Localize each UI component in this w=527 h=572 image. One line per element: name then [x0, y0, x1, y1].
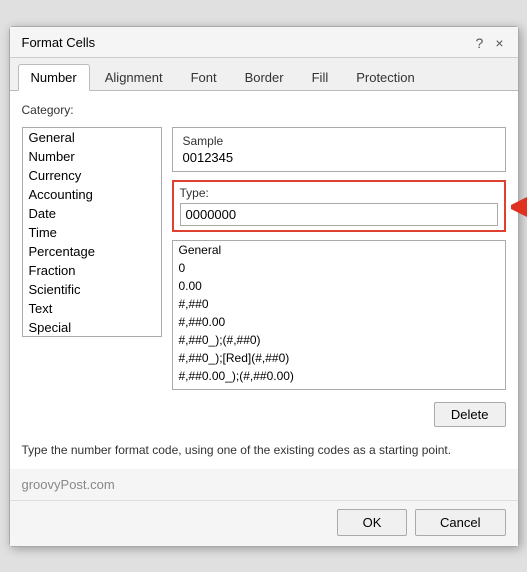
category-item-date[interactable]: Date [23, 204, 161, 223]
category-item-general[interactable]: General [23, 128, 161, 147]
type-box: Type: [172, 180, 506, 232]
title-bar: Format Cells ? × [10, 27, 518, 58]
category-item-currency[interactable]: Currency [23, 166, 161, 185]
main-content: Category: General Number Currency Accoun… [10, 91, 518, 439]
tab-font[interactable]: Font [178, 64, 230, 90]
format-item[interactable]: 0.00 [173, 277, 505, 295]
category-item-percentage[interactable]: Percentage [23, 242, 161, 261]
tab-alignment[interactable]: Alignment [92, 64, 176, 90]
delete-row: Delete [22, 398, 506, 427]
category-item-number[interactable]: Number [23, 147, 161, 166]
format-item[interactable]: 0 [173, 259, 505, 277]
category-list[interactable]: General Number Currency Accounting Date … [22, 127, 162, 337]
right-panel: Sample 0012345 Type: [172, 127, 506, 390]
delete-button[interactable]: Delete [434, 402, 506, 427]
type-label: Type: [180, 186, 498, 200]
main-row: General Number Currency Accounting Date … [22, 127, 506, 390]
format-item[interactable]: #,##0.00_);[Red](#,##0.00) [173, 385, 505, 390]
description: Type the number format code, using one o… [10, 439, 518, 469]
close-button[interactable]: × [493, 35, 505, 51]
sample-section: Sample 0012345 [172, 127, 506, 172]
tab-fill[interactable]: Fill [299, 64, 342, 90]
format-item[interactable]: General [173, 241, 505, 259]
category-item-text[interactable]: Text [23, 299, 161, 318]
ok-button[interactable]: OK [337, 509, 407, 536]
format-item[interactable]: #,##0.00_);(#,##0.00) [173, 367, 505, 385]
watermark: groovyPost.com [10, 469, 518, 500]
dialog-title: Format Cells [22, 35, 96, 50]
sample-value: 0012345 [183, 148, 495, 165]
category-item-special[interactable]: Special [23, 318, 161, 337]
sample-label: Sample [183, 134, 495, 148]
tab-protection[interactable]: Protection [343, 64, 428, 90]
tab-border[interactable]: Border [232, 64, 297, 90]
cancel-button[interactable]: Cancel [415, 509, 505, 536]
help-button[interactable]: ? [474, 35, 486, 51]
format-item[interactable]: #,##0.00 [173, 313, 505, 331]
category-item-fraction[interactable]: Fraction [23, 261, 161, 280]
format-list[interactable]: General 0 0.00 #,##0 #,##0.00 #,##0_);(#… [172, 240, 506, 390]
tab-number[interactable]: Number [18, 64, 90, 91]
tabs-bar: Number Alignment Font Border Fill Protec… [10, 58, 518, 91]
category-item-time[interactable]: Time [23, 223, 161, 242]
category-label: Category: [22, 103, 506, 117]
category-item-accounting[interactable]: Accounting [23, 185, 161, 204]
title-bar-controls: ? × [474, 35, 506, 51]
category-panel: General Number Currency Accounting Date … [22, 127, 162, 390]
format-cells-dialog: Format Cells ? × Number Alignment Font B… [9, 26, 519, 547]
format-item[interactable]: #,##0_);(#,##0) [173, 331, 505, 349]
format-item[interactable]: #,##0_);[Red](#,##0) [173, 349, 505, 367]
type-container: Type: [172, 180, 506, 232]
dialog-footer: OK Cancel [10, 500, 518, 546]
type-input[interactable] [180, 203, 498, 226]
format-item[interactable]: #,##0 [173, 295, 505, 313]
arrow-indicator [511, 190, 527, 228]
category-item-scientific[interactable]: Scientific [23, 280, 161, 299]
